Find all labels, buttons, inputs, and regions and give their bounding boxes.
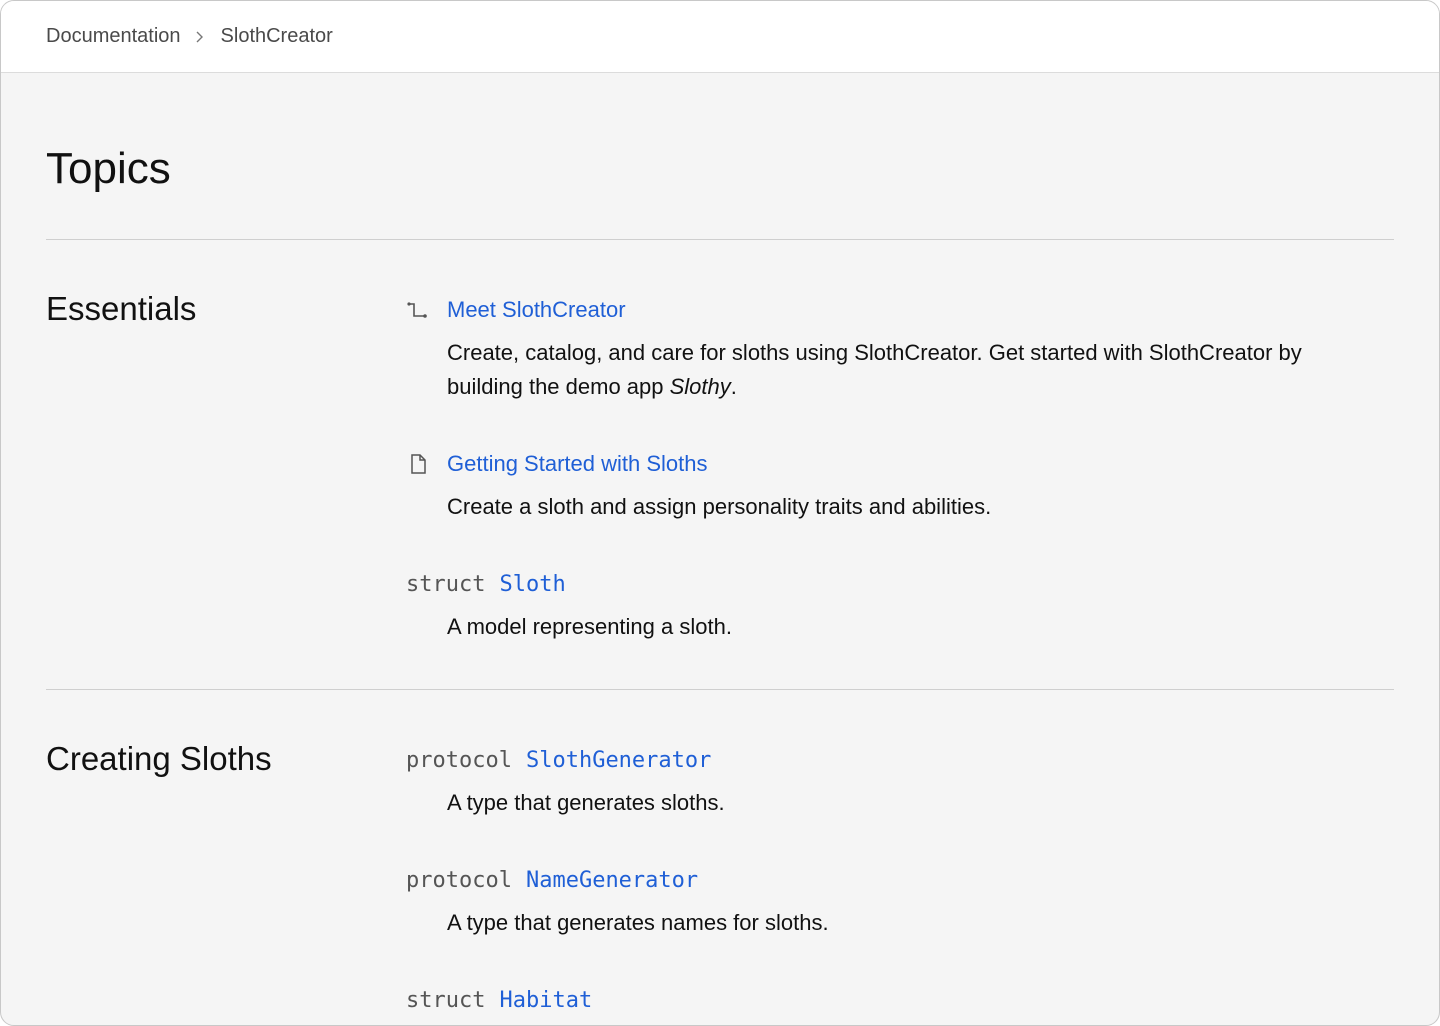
main-content: Topics Essentials Meet SlothCreator Crea…	[1, 73, 1439, 1025]
topic-items: Meet SlothCreator Create, catalog, and c…	[406, 290, 1394, 644]
tutorial-icon	[406, 300, 447, 320]
topic-item-sloth: struct Sloth A model representing a slot…	[406, 564, 1394, 644]
section-title: Creating Sloths	[46, 740, 272, 777]
topic-item-meet-slothcreator: Meet SlothCreator Create, catalog, and c…	[406, 290, 1394, 404]
page-title: Topics	[46, 144, 171, 193]
symbol-keyword: struct	[406, 987, 486, 1013]
topic-abstract: A type that generates names for sloths.	[447, 910, 829, 935]
slothgenerator-symbol-link[interactable]: SlothGenerator	[526, 748, 711, 773]
topic-abstract: Create, catalog, and care for sloths usi…	[447, 340, 1302, 399]
topic-item-habitat: struct Habitat	[406, 980, 1394, 1020]
topic-abstract: Create a sloth and assign personality tr…	[447, 494, 992, 519]
topic-abstract: A model representing a sloth.	[447, 614, 732, 639]
topic-section-creating-sloths: Creating Sloths protocol SlothGenerator …	[46, 690, 1394, 1025]
breadcrumb: Documentation SlothCreator	[1, 1, 1439, 73]
document-icon	[406, 453, 447, 475]
symbol-keyword: protocol	[406, 867, 512, 893]
chevron-right-icon	[195, 30, 205, 44]
documentation-window: Documentation SlothCreator Topics Essent…	[0, 0, 1440, 1026]
section-title: Essentials	[46, 290, 197, 327]
app-name-emphasis: Slothy	[669, 374, 731, 399]
topic-item-getting-started: Getting Started with Sloths Create a slo…	[406, 444, 1394, 524]
topic-section-essentials: Essentials Meet SlothCreator Create, cat…	[46, 240, 1394, 689]
getting-started-link[interactable]: Getting Started with Sloths	[447, 451, 707, 477]
sloth-symbol-link[interactable]: Sloth	[499, 572, 565, 597]
symbol-keyword: struct	[406, 571, 486, 597]
topic-abstract: A type that generates sloths.	[447, 790, 725, 815]
habitat-symbol-link[interactable]: Habitat	[499, 988, 592, 1013]
topic-items: protocol SlothGenerator A type that gene…	[406, 740, 1394, 1020]
meet-slothcreator-link[interactable]: Meet SlothCreator	[447, 297, 626, 323]
topic-item-namegenerator: protocol NameGenerator A type that gener…	[406, 860, 1394, 940]
symbol-keyword: protocol	[406, 747, 512, 773]
namegenerator-symbol-link[interactable]: NameGenerator	[526, 868, 698, 893]
topic-item-slothgenerator: protocol SlothGenerator A type that gene…	[406, 740, 1394, 820]
breadcrumb-slothcreator[interactable]: SlothCreator	[221, 25, 333, 48]
breadcrumb-documentation[interactable]: Documentation	[46, 25, 181, 48]
